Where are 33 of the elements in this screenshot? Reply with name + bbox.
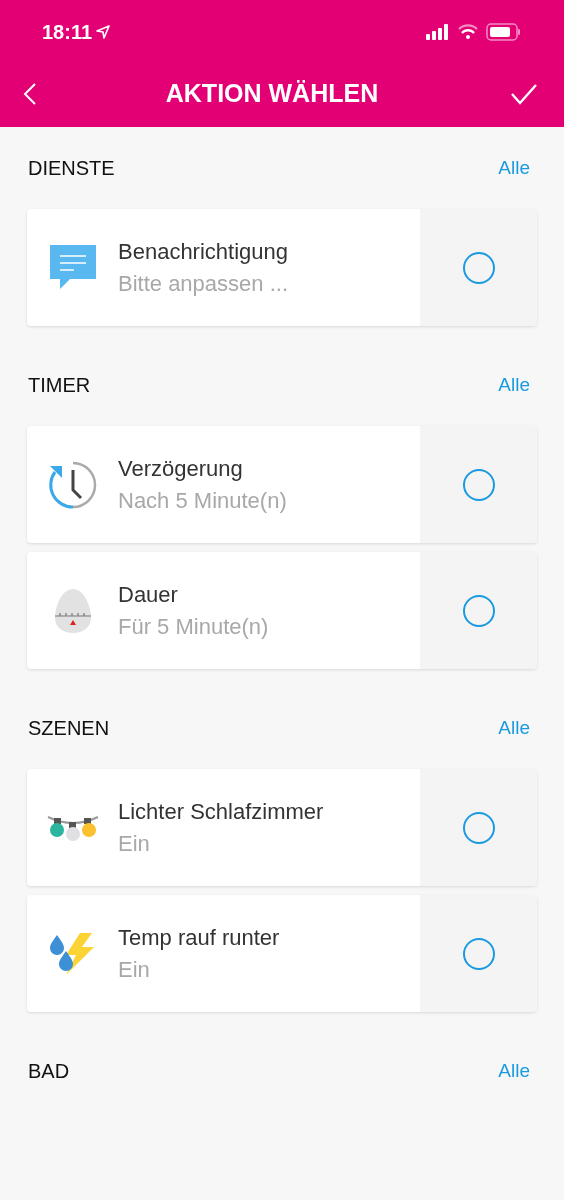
section-title: SZENEN [28, 716, 110, 741]
action-subtitle: Ein [118, 829, 151, 858]
action-card[interactable]: Verzögerung Nach 5 Minute(n) [27, 426, 537, 543]
action-subtitle: Für 5 Minute(n) [118, 612, 269, 641]
wifi-icon [458, 24, 478, 40]
action-title: Benachrichtigung [118, 237, 288, 266]
action-card[interactable]: Benachrichtigung Bitte anpassen ... [27, 209, 537, 326]
action-title: Lichter Schlafzimmer [118, 797, 324, 826]
action-card[interactable]: Dauer Für 5 Minute(n) [27, 552, 537, 669]
signal-icon [426, 24, 450, 40]
status-time: 18:11 [42, 20, 93, 45]
chevron-left-icon [23, 81, 37, 106]
action-subtitle: Bitte anpassen ... [118, 269, 288, 298]
radio-button[interactable] [462, 468, 495, 501]
radio-button[interactable] [462, 937, 495, 970]
radio-button[interactable] [462, 594, 495, 627]
action-title: Dauer [118, 580, 179, 609]
action-title: Temp rauf runter [118, 923, 280, 952]
action-subtitle: Nach 5 Minute(n) [118, 486, 287, 515]
section-title: DIENSTE [28, 156, 115, 181]
action-subtitle: Ein [118, 955, 151, 984]
clock-icon [47, 459, 98, 510]
action-card[interactable]: Temp rauf runter Ein [27, 895, 537, 1012]
section-title: BAD [28, 1059, 70, 1084]
location-arrow-icon [96, 25, 111, 39]
page-title: AKTION WÄHLEN [165, 77, 379, 109]
battery-icon [486, 23, 522, 41]
section-title: TIMER [28, 373, 91, 398]
checkmark-icon [510, 82, 538, 105]
action-card[interactable]: Lichter Schlafzimmer Ein [27, 769, 537, 886]
radio-button[interactable] [462, 251, 495, 284]
radio-button[interactable] [462, 811, 495, 844]
action-title: Verzögerung [118, 454, 244, 483]
